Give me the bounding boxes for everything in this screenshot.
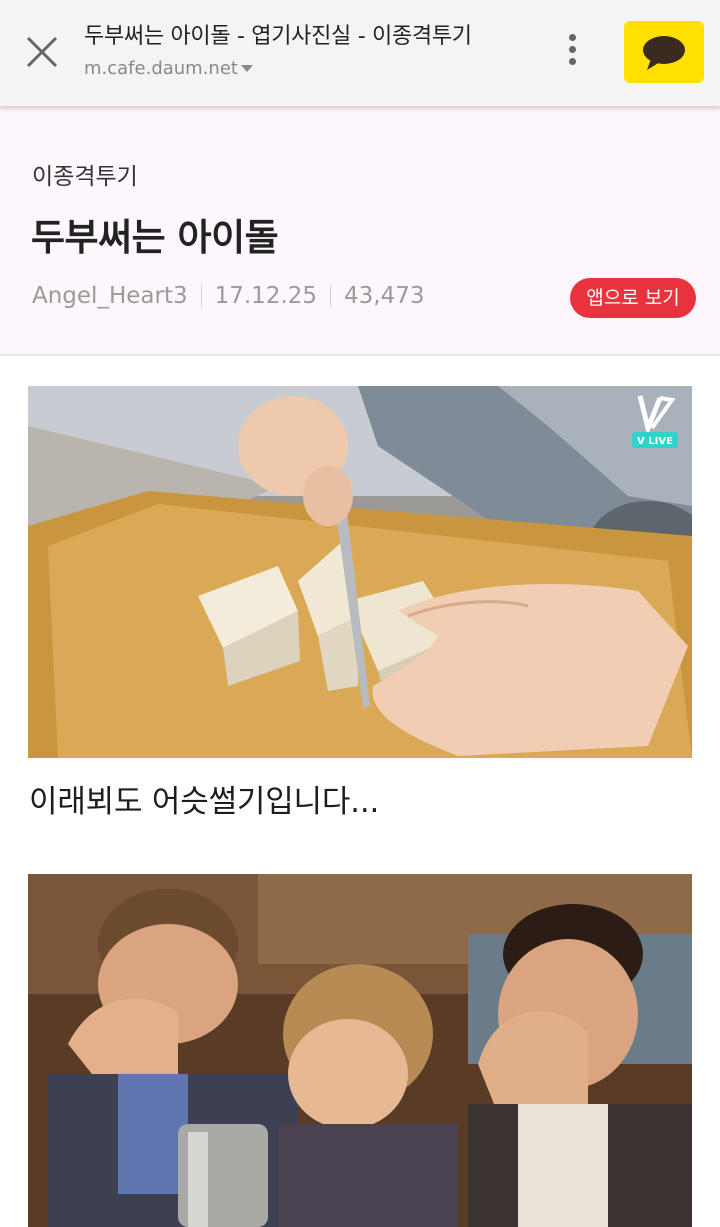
board-name-link[interactable]: 이종격투기 bbox=[32, 157, 138, 191]
article-header: 이종격투기 두부써는 아이돌 Angel_Heart3 17.12.25 43,… bbox=[0, 107, 720, 356]
tofu-cutting-image: V LIVE bbox=[28, 386, 692, 758]
more-vert-icon bbox=[560, 34, 584, 65]
url-dropdown[interactable]: m.cafe.daum.net bbox=[84, 58, 554, 79]
caret-down-icon bbox=[240, 65, 253, 72]
kakaotalk-share-icon bbox=[643, 36, 685, 70]
close-icon bbox=[26, 36, 58, 68]
post-date: 17.12.25 bbox=[214, 283, 318, 309]
meta-divider bbox=[330, 285, 332, 307]
article-meta: Angel_Heart3 17.12.25 43,473 bbox=[32, 283, 425, 309]
open-in-app-button[interactable]: 앱으로 보기 bbox=[570, 278, 696, 318]
author-name[interactable]: Angel_Heart3 bbox=[32, 283, 188, 309]
url-text: m.cafe.daum.net bbox=[84, 58, 238, 79]
browser-title-area: 두부써는 아이돌 - 엽기사진실 - 이종격투기 m.cafe.daum.net bbox=[84, 18, 554, 79]
kakaotalk-share-button[interactable] bbox=[624, 21, 704, 83]
facepalm-image bbox=[28, 874, 692, 1227]
browser-top-bar: 두부써는 아이돌 - 엽기사진실 - 이종격투기 m.cafe.daum.net bbox=[0, 0, 720, 107]
article-title: 두부써는 아이돌 bbox=[31, 216, 279, 259]
post-caption: 이래뵈도 어슷썰기입니다... bbox=[29, 784, 380, 820]
page-tab-title: 두부써는 아이돌 - 엽기사진실 - 이종격투기 bbox=[84, 24, 472, 49]
meta-divider bbox=[200, 285, 202, 307]
vlive-badge-text: V LIVE bbox=[637, 436, 673, 447]
view-count: 43,473 bbox=[344, 283, 425, 309]
more-options-button[interactable] bbox=[560, 34, 584, 74]
close-button[interactable] bbox=[22, 32, 62, 72]
